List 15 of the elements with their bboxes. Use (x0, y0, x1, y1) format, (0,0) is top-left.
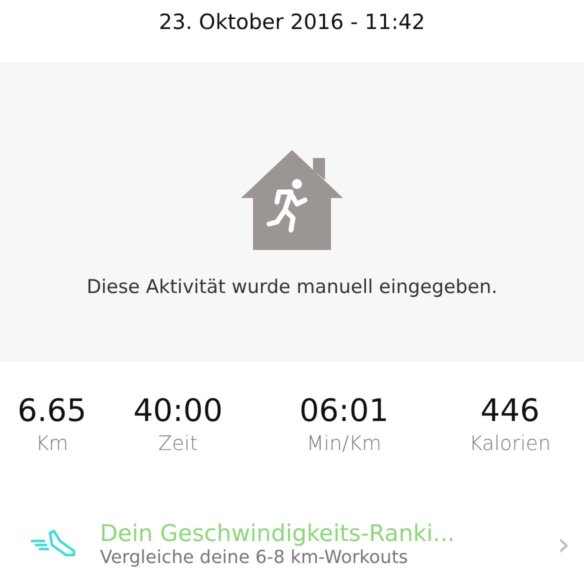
stat-label: Zeit (158, 430, 198, 456)
ranking-subtitle: Vergleiche deine 6-8 km-Workouts (100, 546, 410, 568)
chevron-icon[interactable]: › (557, 525, 570, 563)
stat-label: Kalorien (469, 430, 551, 456)
running-shoe-icon (30, 529, 78, 559)
stat-value: 6.65 (17, 392, 87, 430)
house-runner-icon (241, 150, 343, 252)
date-time: 23. Oktober 2016 - 11:42 (158, 10, 426, 34)
stat-label: Min/Km (306, 430, 382, 456)
stat-value: 40:00 (133, 392, 223, 430)
stat-value: 06:01 (299, 392, 389, 430)
stat-value: 446 (480, 392, 540, 430)
ranking-title[interactable]: Dein Geschwindigkeits-Ranki... (100, 520, 552, 546)
stat-label: Km (36, 430, 68, 456)
manual-entry-message: Diese Aktivität wurde manuell eingegeben. (86, 276, 498, 298)
